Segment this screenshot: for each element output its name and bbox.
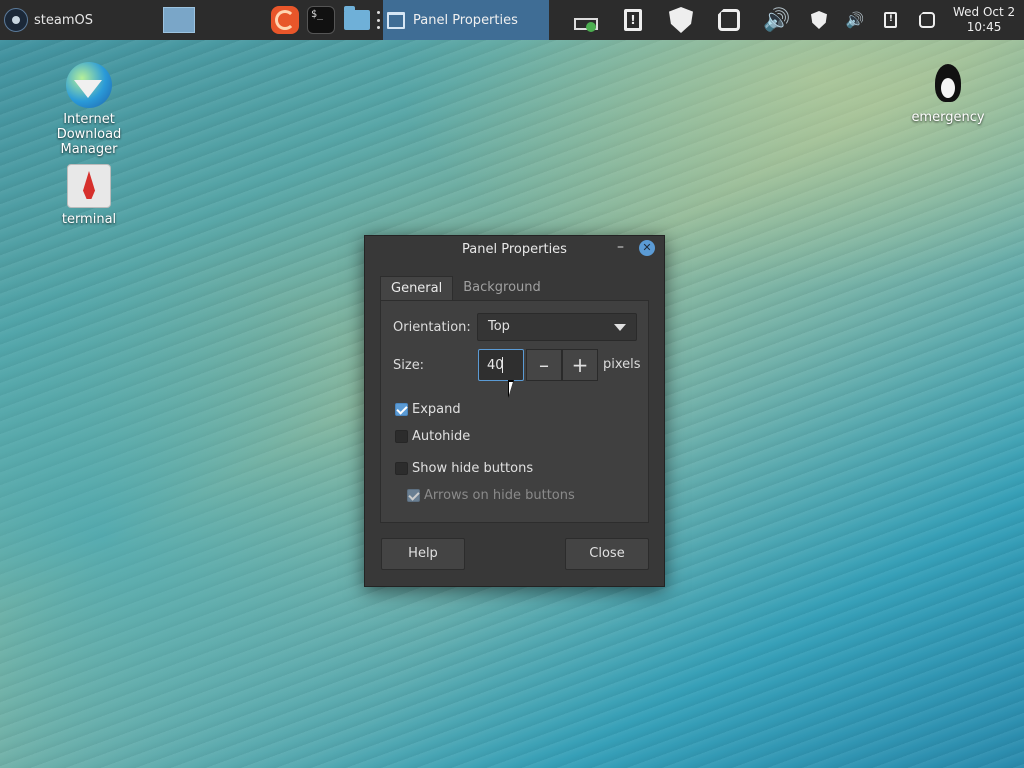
autohide-checkbox[interactable]: Autohide (395, 429, 470, 444)
help-button[interactable]: Help (381, 538, 465, 570)
dialog-title: Panel Properties (462, 241, 567, 257)
checkbox-label: Expand (412, 402, 461, 417)
steam-icon (4, 8, 28, 32)
chevron-down-icon (614, 324, 626, 331)
sd-card-icon[interactable] (711, 5, 747, 35)
checkbox-checked-icon (407, 489, 420, 502)
terminal-launcher-icon[interactable]: $_ (306, 6, 335, 34)
taskbar-item-panel-properties[interactable]: Panel Properties (382, 0, 549, 40)
panel-properties-dialog: Panel Properties – ✕ General Background … (364, 235, 665, 587)
system-tray: 🔊 🔊 Wed Oct 2 10:45 (567, 0, 1015, 40)
expand-checkbox[interactable]: Expand (395, 402, 461, 417)
size-unit: pixels (603, 357, 641, 372)
start-menu-button[interactable]: steamOS (0, 0, 99, 40)
dialog-titlebar[interactable]: Panel Properties – ✕ (365, 236, 664, 262)
tab-general[interactable]: General (380, 276, 454, 301)
folder-icon (343, 6, 370, 30)
checkbox-checked-icon (395, 403, 408, 416)
firefox-launcher-icon[interactable] (270, 6, 299, 34)
file-manager-launcher-icon[interactable] (343, 6, 371, 34)
terminal-launcher-glyph: $_ (310, 9, 324, 20)
size-decrement-button[interactable]: – (526, 349, 562, 381)
network-icon[interactable] (567, 5, 603, 35)
orientation-select[interactable]: Top (477, 313, 637, 341)
tab-background[interactable]: Background (453, 276, 551, 300)
tab-bar: General Background (380, 276, 551, 301)
volume-small-icon[interactable]: 🔊 (843, 8, 867, 32)
window-icon (386, 11, 405, 29)
clock-time: 10:45 (966, 20, 1002, 34)
tux-icon (931, 64, 965, 106)
clipboard-small-icon[interactable] (879, 8, 903, 32)
checkbox-unchecked-icon (395, 430, 408, 443)
desktop-icon-label: terminal (61, 212, 117, 227)
general-tab-panel: Orientation: Top Size: – + pixels Expand… (380, 300, 649, 523)
clock-date: Wed Oct 2 (952, 5, 1016, 19)
orientation-value: Top (488, 319, 510, 334)
desktop-icon-label: emergency (911, 110, 985, 125)
show-hide-buttons-checkbox[interactable]: Show hide buttons (395, 461, 533, 476)
checkbox-label: Arrows on hide buttons (424, 488, 575, 503)
drag-handle-icon[interactable] (376, 11, 380, 29)
checkbox-unchecked-icon (395, 462, 408, 475)
orientation-label: Orientation: (393, 320, 471, 335)
shield-icon[interactable] (663, 5, 699, 35)
arrows-on-hide-buttons-checkbox: Arrows on hide buttons (407, 488, 575, 503)
close-icon[interactable]: ✕ (639, 240, 655, 256)
volume-icon[interactable]: 🔊 (759, 5, 795, 35)
text-cursor (502, 357, 503, 373)
checkbox-label: Autohide (412, 429, 471, 444)
workspace-switcher[interactable] (162, 7, 195, 33)
desktop-icon-label: Internet Download Manager (56, 112, 122, 157)
sd-card-small-icon[interactable] (915, 8, 939, 32)
taskbar-item-label: Panel Properties (412, 12, 518, 28)
clipboard-icon[interactable] (615, 5, 651, 35)
start-menu-label: steamOS (34, 12, 93, 28)
desktop-icon-emergency[interactable]: emergency (888, 64, 1008, 125)
size-increment-button[interactable]: + (562, 349, 598, 381)
shield-small-icon[interactable] (807, 8, 831, 32)
size-input[interactable] (478, 349, 524, 381)
mouse-pointer-icon (508, 380, 514, 398)
clock[interactable]: Wed Oct 2 10:45 (953, 5, 1015, 35)
desktop-icon-idm[interactable]: Internet Download Manager (29, 62, 149, 157)
idm-icon (66, 62, 112, 108)
taskbar: steamOS $_ Panel Properties 🔊 🔊 Wed Oct … (0, 0, 1024, 40)
size-label: Size: (393, 358, 425, 373)
minimize-icon[interactable]: – (617, 239, 624, 255)
checkbox-label: Show hide buttons (412, 461, 534, 476)
desktop-icon-terminal[interactable]: terminal (29, 164, 149, 227)
close-button[interactable]: Close (565, 538, 649, 570)
terminal-icon (67, 164, 111, 208)
